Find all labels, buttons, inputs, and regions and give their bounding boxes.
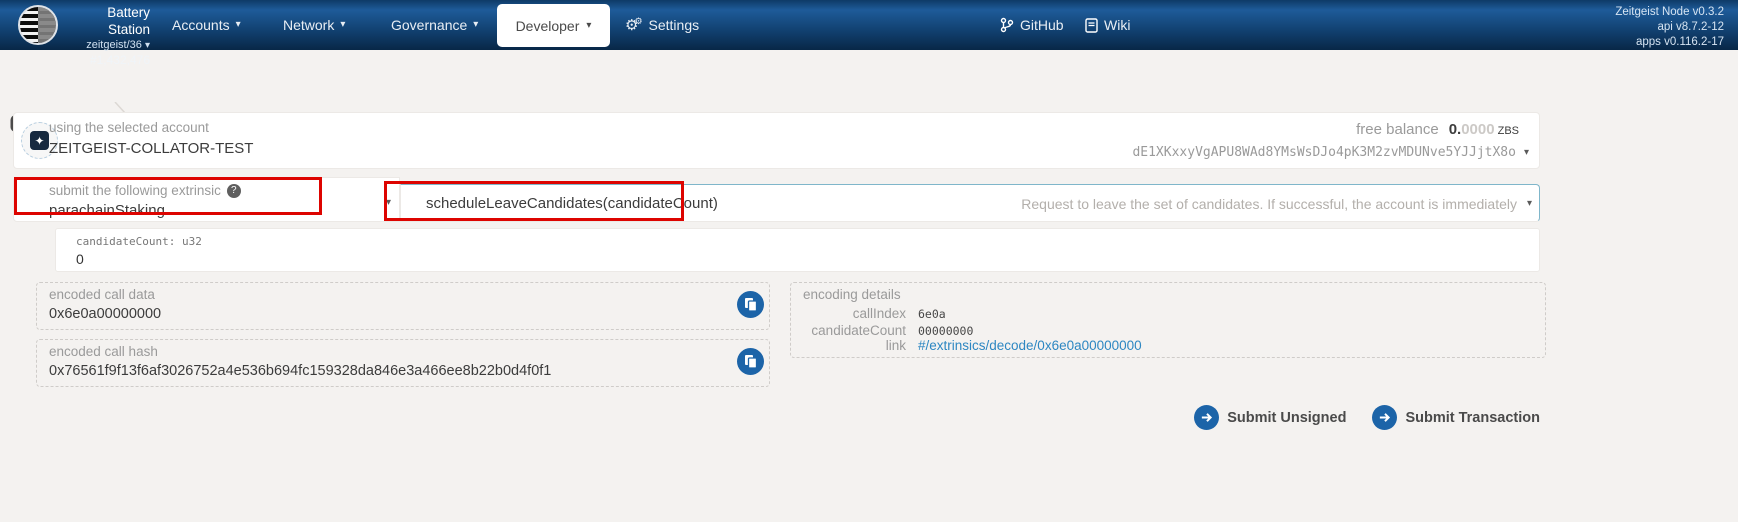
- node-name-version: Zeitgeist Node v0.3.2: [1615, 5, 1724, 20]
- chevron-down-icon[interactable]: ▾: [386, 198, 391, 208]
- arrow-circle-right-icon: [1372, 405, 1397, 430]
- encoding-row-candidatecount: candidateCount 00000000: [803, 323, 973, 338]
- encoding-row-link: link #/extrinsics/decode/0x6e0a00000000: [803, 338, 1142, 353]
- encoded-call-hash-value: 0x76561f9f13f6af3026752a4e536b694fc15932…: [49, 363, 551, 379]
- github-link[interactable]: GitHub: [1000, 0, 1064, 50]
- encoded-call-data-label: encoded call data: [49, 287, 155, 302]
- account-select-label: using the selected account: [49, 120, 209, 135]
- account-select-card[interactable]: ✦ using the selected account ZEITGEIST-C…: [13, 112, 1540, 169]
- decode-link[interactable]: #/extrinsics/decode/0x6e0a00000000: [918, 338, 1142, 353]
- module-dropdown[interactable]: submit the following extrinsic ? paracha…: [13, 177, 400, 222]
- app-name: Battery Station: [62, 5, 150, 39]
- free-balance-label: free balance: [1356, 121, 1439, 138]
- encoded-call-data-value: 0x6e0a00000000: [49, 306, 161, 322]
- encoding-details-box: encoding details callIndex 6e0a candidat…: [790, 282, 1546, 358]
- param-candidatecount-input[interactable]: candidateCount: u32 0: [55, 228, 1540, 272]
- help-icon[interactable]: ?: [227, 184, 241, 198]
- nav-menu-network[interactable]: Network▾: [283, 0, 345, 50]
- encoded-call-data-box: encoded call data 0x6e0a00000000: [36, 282, 770, 330]
- chevron-down-icon[interactable]: ▾: [1527, 199, 1532, 209]
- method-value[interactable]: scheduleLeaveCandidates(candidateCount): [426, 195, 718, 212]
- method-dropdown[interactable]: scheduleLeaveCandidates(candidateCount) …: [400, 184, 1540, 222]
- gears-icon: ⚙⚙: [625, 17, 643, 33]
- book-icon: [1085, 18, 1098, 33]
- free-balance: free balance 0.0000ZBS: [1356, 121, 1519, 139]
- zeitgeist-logo-icon[interactable]: [18, 5, 58, 45]
- submit-transaction-button[interactable]: Submit Transaction: [1372, 405, 1540, 430]
- git-branch-icon: [1000, 17, 1014, 33]
- encoded-call-hash-box: encoded call hash 0x76561f9f13f6af302675…: [36, 339, 770, 387]
- nav-menu-governance[interactable]: Governance▾: [391, 0, 478, 50]
- encoded-call-hash-label: encoded call hash: [49, 344, 158, 359]
- chevron-down-icon[interactable]: ▾: [1524, 148, 1529, 158]
- method-description: Request to leave the set of candidates. …: [1021, 196, 1517, 212]
- extrinsic-label: submit the following extrinsic: [49, 183, 221, 198]
- free-balance-value: 0.0000ZBS: [1449, 121, 1519, 139]
- chevron-down-icon: ▾: [340, 20, 345, 30]
- param-value[interactable]: 0: [76, 251, 84, 267]
- encoding-details-label: encoding details: [803, 287, 901, 302]
- param-label: candidateCount: u32: [76, 235, 202, 248]
- nav-menu-developer-active[interactable]: Developer▾: [497, 4, 610, 47]
- node-version-info: Zeitgeist Node v0.3.2 api v8.7.2-12 apps…: [1615, 5, 1724, 50]
- copy-call-hash-button[interactable]: [737, 348, 764, 375]
- nav-menu-accounts[interactable]: Accounts▾: [172, 0, 241, 50]
- extrinsics-page: Battery Station zeitgeist/36 ▾ #1,432,47…: [0, 0, 1738, 522]
- chevron-down-icon: ▾: [236, 20, 241, 30]
- account-address-row[interactable]: dE1XKxxyVgAPU8WAd8YMsWsDJo4pK3M2zvMDUNve…: [1132, 145, 1529, 160]
- module-value[interactable]: parachainStaking: [49, 202, 165, 219]
- wiki-link[interactable]: Wiki: [1085, 0, 1130, 50]
- chevron-down-icon: ▾: [473, 20, 478, 30]
- copy-call-data-button[interactable]: [737, 291, 764, 318]
- chevron-down-icon: ▾: [586, 21, 591, 31]
- identicon-star-icon: ✦: [30, 131, 49, 150]
- submit-actions: Submit Unsigned Submit Transaction: [1194, 405, 1540, 430]
- arrow-circle-right-icon: [1194, 405, 1219, 430]
- top-navbar: Battery Station zeitgeist/36 ▾ #1,432,47…: [0, 0, 1738, 50]
- copy-icon: [744, 354, 758, 369]
- copy-icon: [744, 297, 758, 312]
- tab-bar: Extrinsics Submission Decode: [0, 50, 1738, 98]
- account-name[interactable]: ZEITGEIST-COLLATOR-TEST: [49, 140, 253, 157]
- submit-unsigned-button[interactable]: Submit Unsigned: [1194, 405, 1346, 430]
- apps-version: apps v0.116.2-17: [1615, 35, 1724, 50]
- api-version: api v8.7.2-12: [1615, 20, 1724, 35]
- nav-menu-settings[interactable]: ⚙⚙ Settings: [625, 0, 699, 50]
- encoding-row-callindex: callIndex 6e0a: [803, 306, 946, 321]
- account-address: dE1XKxxyVgAPU8WAd8YMsWsDJo4pK3M2zvMDUNve…: [1132, 145, 1516, 160]
